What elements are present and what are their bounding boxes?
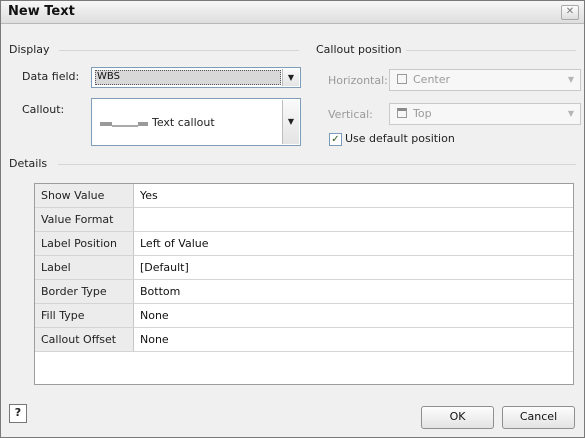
- data-field-value: WBS: [95, 70, 281, 85]
- row-key: Label Position: [35, 231, 134, 256]
- dialog-title: New Text: [8, 4, 75, 19]
- row-value[interactable]: Yes: [133, 184, 573, 208]
- data-field-label: Data field:: [22, 70, 80, 83]
- row-key: Show Value: [35, 184, 134, 208]
- table-row[interactable]: Label Position Left of Value: [35, 231, 573, 256]
- top-align-icon: [397, 108, 407, 118]
- help-icon[interactable]: ?: [9, 404, 27, 423]
- row-value[interactable]: [133, 207, 573, 232]
- display-section-label: Display: [9, 43, 50, 56]
- table-row[interactable]: Value Format: [35, 207, 573, 232]
- row-value[interactable]: None: [133, 303, 573, 328]
- horizontal-value: Center: [413, 73, 451, 86]
- details-section-label: Details: [9, 157, 48, 170]
- row-key: Fill Type: [35, 303, 134, 328]
- callout-preview-icon: [100, 122, 148, 127]
- use-default-position-checkbox[interactable]: ✓: [329, 133, 342, 146]
- vertical-value: Top: [413, 107, 432, 120]
- table-row[interactable]: Callout Offset None: [35, 327, 573, 352]
- row-key: Value Format: [35, 207, 134, 232]
- callout-combo[interactable]: Text callout ▼: [91, 98, 301, 146]
- chevron-down-icon[interactable]: ▼: [563, 105, 579, 123]
- table-row[interactable]: Show Value Yes: [35, 184, 573, 208]
- table-row[interactable]: Fill Type None: [35, 303, 573, 328]
- details-divider: [58, 164, 576, 165]
- use-default-position-label[interactable]: Use default position: [345, 132, 455, 145]
- title-bar: New Text ✕: [1, 1, 584, 24]
- row-key: Callout Offset: [35, 327, 134, 352]
- vertical-combo[interactable]: Top ▼: [389, 103, 581, 125]
- row-key: Label: [35, 255, 134, 280]
- data-field-combo[interactable]: WBS ▼: [91, 67, 301, 88]
- callout-value: Text callout: [152, 116, 215, 129]
- display-divider: [59, 50, 299, 51]
- chevron-down-icon[interactable]: ▼: [282, 69, 299, 86]
- callout-position-section-label: Callout position: [316, 43, 402, 56]
- horizontal-label: Horizontal:: [328, 74, 388, 87]
- row-value[interactable]: [Default]: [133, 255, 573, 280]
- new-text-dialog: New Text ✕ Display Data field: WBS ▼ Cal…: [0, 0, 585, 438]
- chevron-down-icon[interactable]: ▼: [282, 100, 299, 144]
- horizontal-combo[interactable]: Center ▼: [389, 69, 581, 91]
- callout-label: Callout:: [22, 103, 65, 116]
- row-key: Border Type: [35, 279, 134, 304]
- details-table: Show Value Yes Value Format Label Positio…: [34, 183, 574, 385]
- row-value[interactable]: Left of Value: [133, 231, 573, 256]
- table-row[interactable]: Label [Default]: [35, 255, 573, 280]
- row-value[interactable]: None: [133, 327, 573, 352]
- table-row[interactable]: Border Type Bottom: [35, 279, 573, 304]
- close-button[interactable]: ✕: [561, 5, 579, 20]
- ok-button[interactable]: OK: [421, 406, 494, 429]
- vertical-label: Vertical:: [328, 108, 373, 121]
- row-value[interactable]: Bottom: [133, 279, 573, 304]
- callout-position-divider: [406, 50, 576, 51]
- center-align-icon: [397, 74, 407, 84]
- chevron-down-icon[interactable]: ▼: [563, 71, 579, 89]
- cancel-button[interactable]: Cancel: [502, 406, 575, 429]
